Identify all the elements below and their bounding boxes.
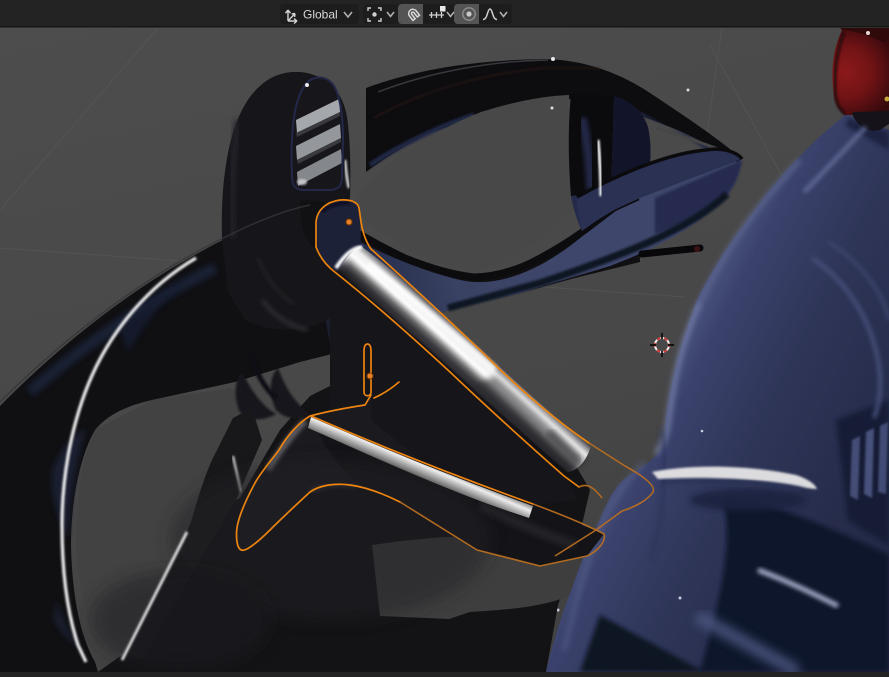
svg-text:Global: Global <box>303 8 338 22</box>
